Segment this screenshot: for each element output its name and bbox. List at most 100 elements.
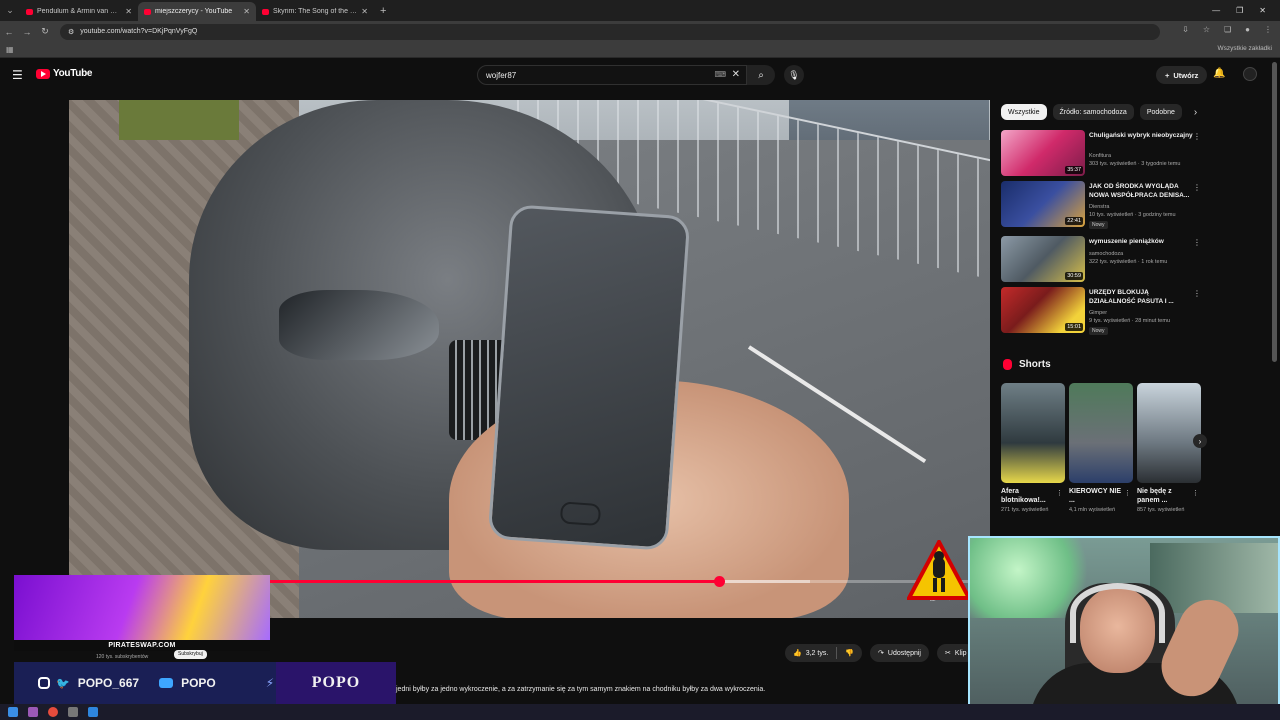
close-tab-icon[interactable]: ✕ (361, 7, 368, 16)
recommendation-item[interactable]: 15:01 URZĘDY BLOKUJĄ DZIAŁALNOŚĆ PASUTA … (1001, 287, 1211, 335)
thumbs-down-icon[interactable]: 👎 (845, 649, 854, 657)
more-options-icon[interactable]: ⋮ (1193, 132, 1201, 141)
new-badge: Nowy (1089, 327, 1108, 335)
profile-icon[interactable]: ● (1245, 25, 1250, 34)
install-icon[interactable]: ⇩ (1182, 25, 1189, 34)
subscribe-button[interactable]: Subskrybuj (174, 650, 207, 659)
plus-icon: + (1165, 70, 1170, 80)
reload-icon[interactable]: ↻ (36, 26, 54, 37)
minimize-icon[interactable]: — (1212, 6, 1220, 15)
youtube-logo[interactable]: YouTube (36, 68, 93, 79)
all-bookmarks-link[interactable]: Wszystkie zakładki (1217, 45, 1272, 52)
start-menu-icon[interactable] (8, 707, 18, 717)
video-thumbnail[interactable]: 22:41 (1001, 181, 1085, 227)
video-thumbnail[interactable]: 15:01 (1001, 287, 1085, 333)
video-title[interactable]: URZĘDY BLOKUJĄ DZIAŁALNOŚĆ PASUTA I ... (1089, 288, 1194, 306)
more-options-icon[interactable]: ⋮ (1193, 289, 1201, 298)
video-thumbnail[interactable]: 35:37 (1001, 130, 1085, 176)
video-actions: 👍 3,2 tys. 👎 ↷ Udostępnij ✂ Klip (785, 644, 975, 662)
more-options-icon[interactable]: ⋮ (1056, 489, 1063, 497)
site-info-icon[interactable]: ⚙ (68, 28, 74, 36)
more-options-icon[interactable]: ⋮ (1193, 238, 1201, 247)
browser-tab-3[interactable]: Skyrim: The Song of the Dragon ✕ (256, 2, 374, 21)
more-options-icon[interactable]: ⋮ (1193, 183, 1201, 192)
video-title[interactable]: Chuligański wybryk nieobyczajny (1089, 131, 1194, 140)
keyboard-icon[interactable]: ⌨ (714, 70, 726, 79)
chevron-right-icon[interactable]: › (1194, 107, 1197, 118)
short-thumbnail[interactable] (1001, 383, 1065, 483)
video-title[interactable]: JAK OD ŚRODKA WYGLĄDA NOWA WSPÓŁPRACA DE… (1089, 182, 1194, 200)
search-button[interactable]: ⌕ (747, 65, 775, 85)
chip-all[interactable]: Wszystkie (1001, 104, 1047, 120)
chip-similar[interactable]: Podobne (1139, 104, 1182, 120)
short-title[interactable]: Nie będę z panem ... (1137, 487, 1195, 505)
like-count: 3,2 tys. (805, 649, 829, 657)
video-title[interactable]: wymuszenie pieniążków (1089, 237, 1194, 246)
video-thumbnail[interactable]: 30:59 (1001, 236, 1085, 282)
extensions-icon[interactable]: ❏ (1224, 25, 1231, 34)
notifications-bell-icon[interactable]: 🔔 (1213, 68, 1225, 79)
clear-search-icon[interactable]: ✕ (732, 69, 740, 80)
browser-tab-2[interactable]: miejszczerycy - YouTube ✕ (138, 2, 256, 21)
bookmark-star-icon[interactable]: ☆ (1203, 25, 1210, 34)
chevron-right-icon: › (1198, 436, 1202, 446)
recommendation-item[interactable]: 22:41 JAK OD ŚRODKA WYGLĄDA NOWA WSPÓŁPR… (1001, 181, 1211, 229)
chrome-icon[interactable] (48, 707, 58, 717)
more-options-icon[interactable]: ⋮ (1124, 489, 1131, 497)
clip-label: Klip (954, 649, 967, 657)
close-tab-icon[interactable]: ✕ (125, 7, 132, 16)
video-duration: 22:41 (1065, 217, 1083, 225)
warning-sign-icon (907, 540, 971, 600)
channel-name[interactable]: samochodoza (1089, 250, 1199, 258)
app-icon[interactable] (28, 707, 38, 717)
tab-search-icon[interactable]: ⌄ (0, 0, 20, 21)
forward-icon[interactable]: → (18, 27, 36, 37)
youtube-favicon-icon (144, 8, 151, 15)
phone-home-button (559, 501, 602, 527)
more-options-icon[interactable]: ⋮ (1192, 489, 1199, 497)
account-avatar[interactable] (1243, 67, 1257, 81)
search-value: wojfer87 (486, 70, 517, 80)
channel-name[interactable]: Gimper (1089, 309, 1199, 317)
short-title[interactable]: KIEROWCY NIE ... (1069, 487, 1127, 505)
app-icon[interactable] (68, 707, 78, 717)
back-icon[interactable]: ← (0, 27, 18, 37)
video-grass (119, 100, 239, 140)
shorts-next-button[interactable]: › (1193, 434, 1207, 448)
recommendation-item[interactable]: 35:37 Chuligański wybryk nieobyczajny Ko… (1001, 130, 1211, 176)
apps-grid-icon[interactable]: ▦ (6, 45, 14, 54)
short-views: 857 tys. wyświetleń (1137, 507, 1185, 513)
new-tab-icon[interactable]: + (380, 5, 386, 17)
hamburger-menu-icon[interactable]: ☰ (12, 68, 23, 82)
lightning-icon: ⚡ (265, 676, 275, 690)
menu-icon[interactable]: ⋮ (1264, 25, 1272, 34)
voice-search-button[interactable]: 🎙 (784, 65, 804, 85)
search-input[interactable]: wojfer87 ⌨ ✕ (477, 65, 747, 85)
close-tab-icon[interactable]: ✕ (243, 7, 250, 16)
browser-tab-1[interactable]: Pendulum & Armin van Buuren ✕ (20, 2, 138, 21)
create-button[interactable]: + Utwórz (1156, 66, 1208, 84)
short-title[interactable]: Afera blotnikowa!... (1001, 487, 1059, 505)
url-field[interactable]: ⚙ youtube.com/watch?v=DKjPqnVyFgQ (60, 23, 1160, 40)
browser-toolbar-icons: ⇩ ☆ ❏ ● ⋮ (1182, 25, 1272, 34)
youtube-header: ☰ YouTube wojfer87 ⌨ ✕ ⌕ 🎙 + Utwórz 🔔 (0, 58, 1280, 92)
maximize-icon[interactable]: ❐ (1236, 6, 1243, 15)
window-controls: — ❐ ✕ (1212, 0, 1280, 21)
app-icon[interactable] (88, 707, 98, 717)
shorts-icon (1003, 359, 1012, 370)
microphone-icon: 🎙 (788, 69, 800, 80)
like-button[interactable]: 👍 3,2 tys. 👎 (785, 644, 863, 662)
close-window-icon[interactable]: ✕ (1259, 6, 1266, 15)
short-thumbnail[interactable] (1137, 383, 1201, 483)
channel-name[interactable]: Konfitura (1089, 152, 1199, 160)
chip-source[interactable]: Źródło: samochodoza (1052, 104, 1134, 120)
share-label: Udostępnij (887, 649, 921, 657)
recommendation-item[interactable]: 30:59 wymuszenie pieniążków samochodoza … (1001, 236, 1211, 282)
short-thumbnail[interactable] (1069, 383, 1133, 483)
share-button[interactable]: ↷ Udostępnij (870, 644, 929, 662)
page-scrollbar[interactable] (1272, 62, 1277, 362)
video-player[interactable]: ◐ ⎘ ⚙ ⧉ (69, 100, 990, 618)
channel-subscriber-count: 120 tys. subskrybentów (96, 654, 149, 660)
channel-name[interactable]: Dienstra (1089, 203, 1199, 211)
social-handle-2: POPO (181, 676, 216, 690)
